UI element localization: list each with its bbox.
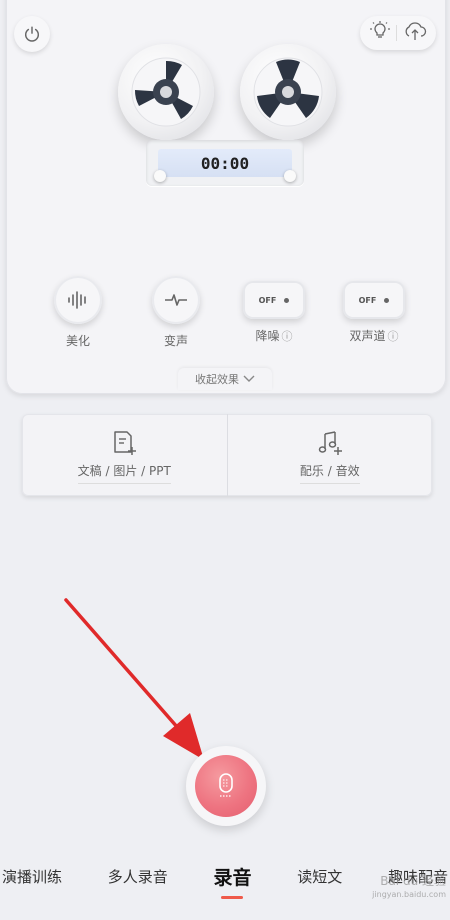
watermark-url: jingyan.baidu.com bbox=[372, 890, 446, 899]
baidu-watermark: Bai du 经验 jingyan.baidu.com bbox=[336, 872, 450, 899]
watermark-text: Bai du 经验 bbox=[380, 874, 446, 888]
microphone-icon bbox=[219, 773, 233, 797]
nav-item-recording[interactable]: 录音 bbox=[213, 863, 251, 899]
nav-item-broadcast-training[interactable]: 演播训练 bbox=[2, 866, 62, 887]
record-button[interactable] bbox=[186, 746, 266, 826]
nav-item-multi-person-recording[interactable]: 多人录音 bbox=[108, 866, 168, 887]
record-button-core[interactable] bbox=[195, 755, 257, 817]
